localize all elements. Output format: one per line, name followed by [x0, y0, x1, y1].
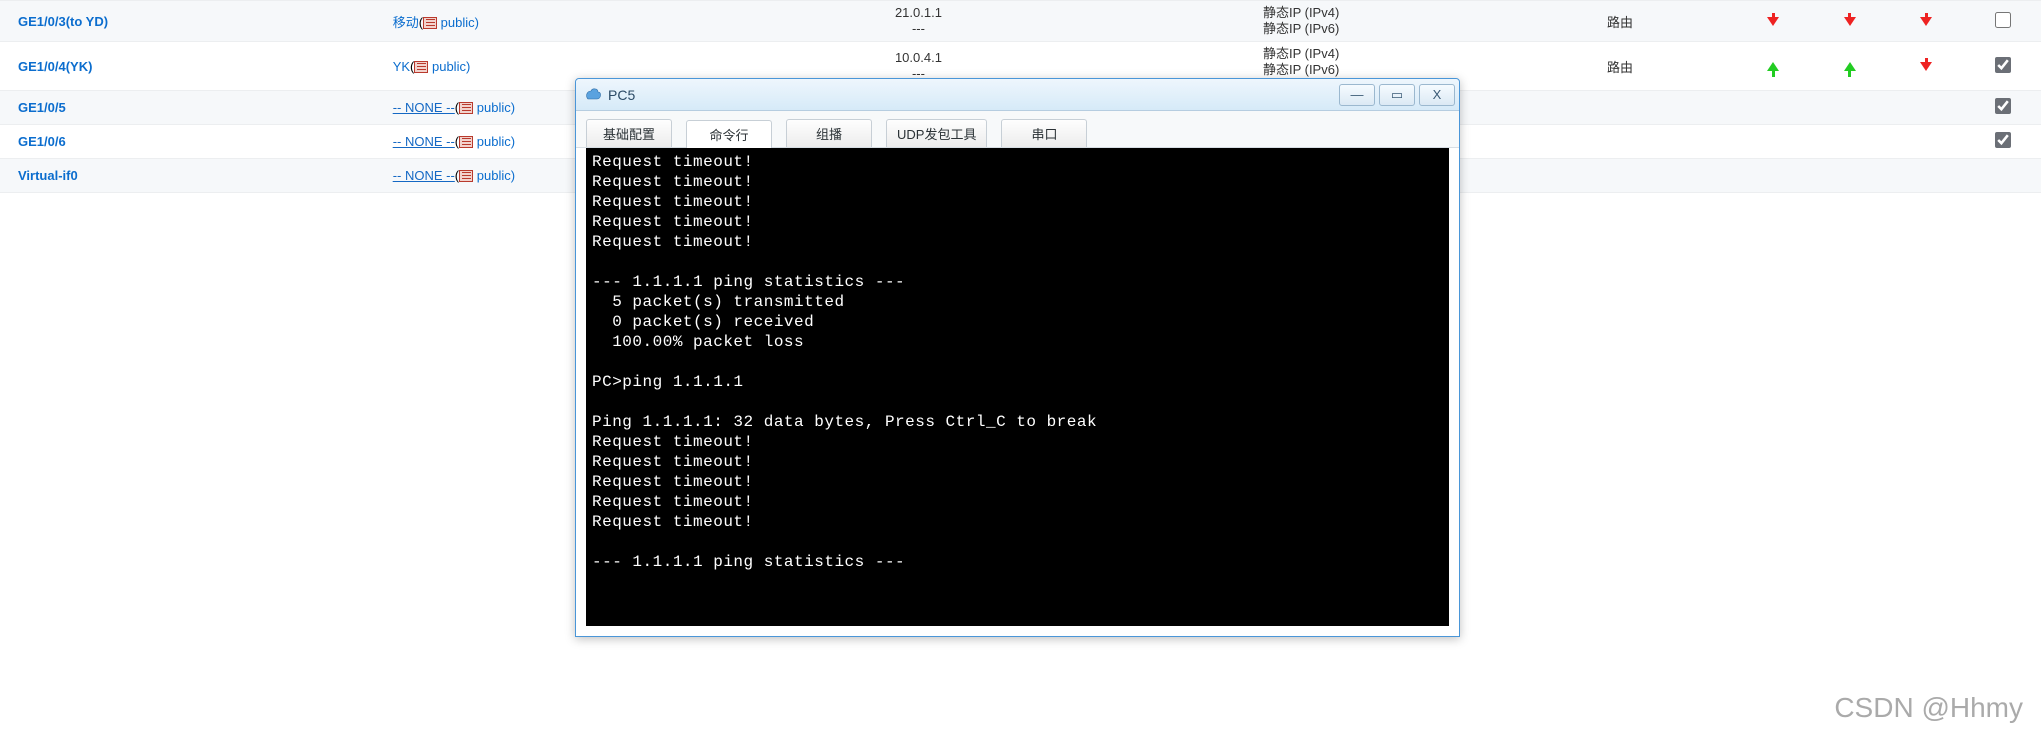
- public-link[interactable]: public): [473, 134, 515, 149]
- route-cell: [1505, 91, 1735, 125]
- arrow-up-icon: [1844, 62, 1856, 71]
- network-link[interactable]: -- NONE --: [393, 168, 455, 183]
- tab-2[interactable]: 组播: [786, 119, 872, 147]
- table-row: GE1/0/3(to YD)移动( public)21.0.1.1---静态IP…: [0, 1, 2041, 42]
- route-cell: 路由: [1505, 1, 1735, 42]
- interface-link[interactable]: GE1/0/3(to YD): [18, 14, 108, 29]
- route-cell: [1505, 159, 1735, 193]
- network-link[interactable]: -- NONE --: [393, 134, 455, 149]
- window-title: PC5: [608, 87, 1335, 103]
- checkbox-cell: [1964, 159, 2041, 193]
- nic-icon: [423, 17, 437, 29]
- arrow-down-icon: [1767, 17, 1779, 26]
- status-arrow-cell: [1888, 42, 1965, 91]
- network-link[interactable]: 移动: [393, 15, 419, 30]
- terminal-output[interactable]: Request timeout! Request timeout! Reques…: [586, 148, 1449, 626]
- type-cell: 静态IP (IPv4)静态IP (IPv6): [1097, 1, 1505, 42]
- nic-icon: [459, 170, 473, 182]
- tabbar: 基础配置命令行组播 UDP发包工具串口: [576, 111, 1459, 148]
- app-icon: [584, 86, 602, 104]
- arrow-down-icon: [1920, 62, 1932, 71]
- watermark: CSDN @Hhmy: [1834, 692, 2023, 724]
- tab-4[interactable]: 串口: [1001, 119, 1087, 147]
- status-arrow-cell: [1811, 125, 1888, 159]
- nic-icon: [414, 61, 428, 73]
- row-checkbox[interactable]: [1995, 12, 2011, 28]
- status-arrow-cell: [1888, 159, 1965, 193]
- status-arrow-cell: [1735, 42, 1812, 91]
- close-button[interactable]: X: [1419, 84, 1455, 106]
- status-arrow-cell: [1735, 159, 1812, 193]
- nic-icon: [459, 136, 473, 148]
- checkbox-cell: [1964, 1, 2041, 42]
- status-arrow-cell: [1888, 91, 1965, 125]
- status-arrow-cell: [1811, 91, 1888, 125]
- public-link[interactable]: public): [473, 100, 515, 115]
- row-checkbox[interactable]: [1995, 57, 2011, 73]
- status-arrow-cell: [1888, 1, 1965, 42]
- row-checkbox[interactable]: [1995, 132, 2011, 148]
- tab-3[interactable]: UDP发包工具: [886, 119, 987, 147]
- checkbox-cell: [1964, 91, 2041, 125]
- minimize-button[interactable]: —: [1339, 84, 1375, 106]
- network-link[interactable]: YK: [393, 59, 410, 74]
- public-link[interactable]: public): [428, 59, 470, 74]
- checkbox-cell: [1964, 125, 2041, 159]
- status-arrow-cell: [1811, 42, 1888, 91]
- status-arrow-cell: [1888, 125, 1965, 159]
- status-arrow-cell: [1811, 159, 1888, 193]
- interface-link[interactable]: GE1/0/5: [18, 100, 66, 115]
- arrow-down-icon: [1844, 17, 1856, 26]
- interface-link[interactable]: Virtual-if0: [18, 168, 78, 183]
- interface-link[interactable]: GE1/0/4(YK): [18, 59, 92, 74]
- status-arrow-cell: [1811, 1, 1888, 42]
- nic-icon: [459, 102, 473, 114]
- titlebar[interactable]: PC5 — ▭ X: [576, 79, 1459, 111]
- ip-cell: 21.0.1.1---: [740, 1, 1097, 42]
- tab-0[interactable]: 基础配置: [586, 119, 672, 147]
- status-arrow-cell: [1735, 125, 1812, 159]
- checkbox-cell: [1964, 42, 2041, 91]
- arrow-down-icon: [1920, 17, 1932, 26]
- row-checkbox[interactable]: [1995, 98, 2011, 114]
- status-arrow-cell: [1735, 1, 1812, 42]
- route-cell: [1505, 125, 1735, 159]
- tab-1[interactable]: 命令行: [686, 120, 772, 148]
- maximize-button[interactable]: ▭: [1379, 84, 1415, 106]
- arrow-up-icon: [1767, 62, 1779, 71]
- public-link[interactable]: public): [437, 15, 479, 30]
- status-arrow-cell: [1735, 91, 1812, 125]
- public-link[interactable]: public): [473, 168, 515, 183]
- pc5-window: PC5 — ▭ X 基础配置命令行组播 UDP发包工具串口 Request tim…: [575, 78, 1460, 637]
- interface-link[interactable]: GE1/0/6: [18, 134, 66, 149]
- route-cell: 路由: [1505, 42, 1735, 91]
- network-link[interactable]: -- NONE --: [393, 100, 455, 115]
